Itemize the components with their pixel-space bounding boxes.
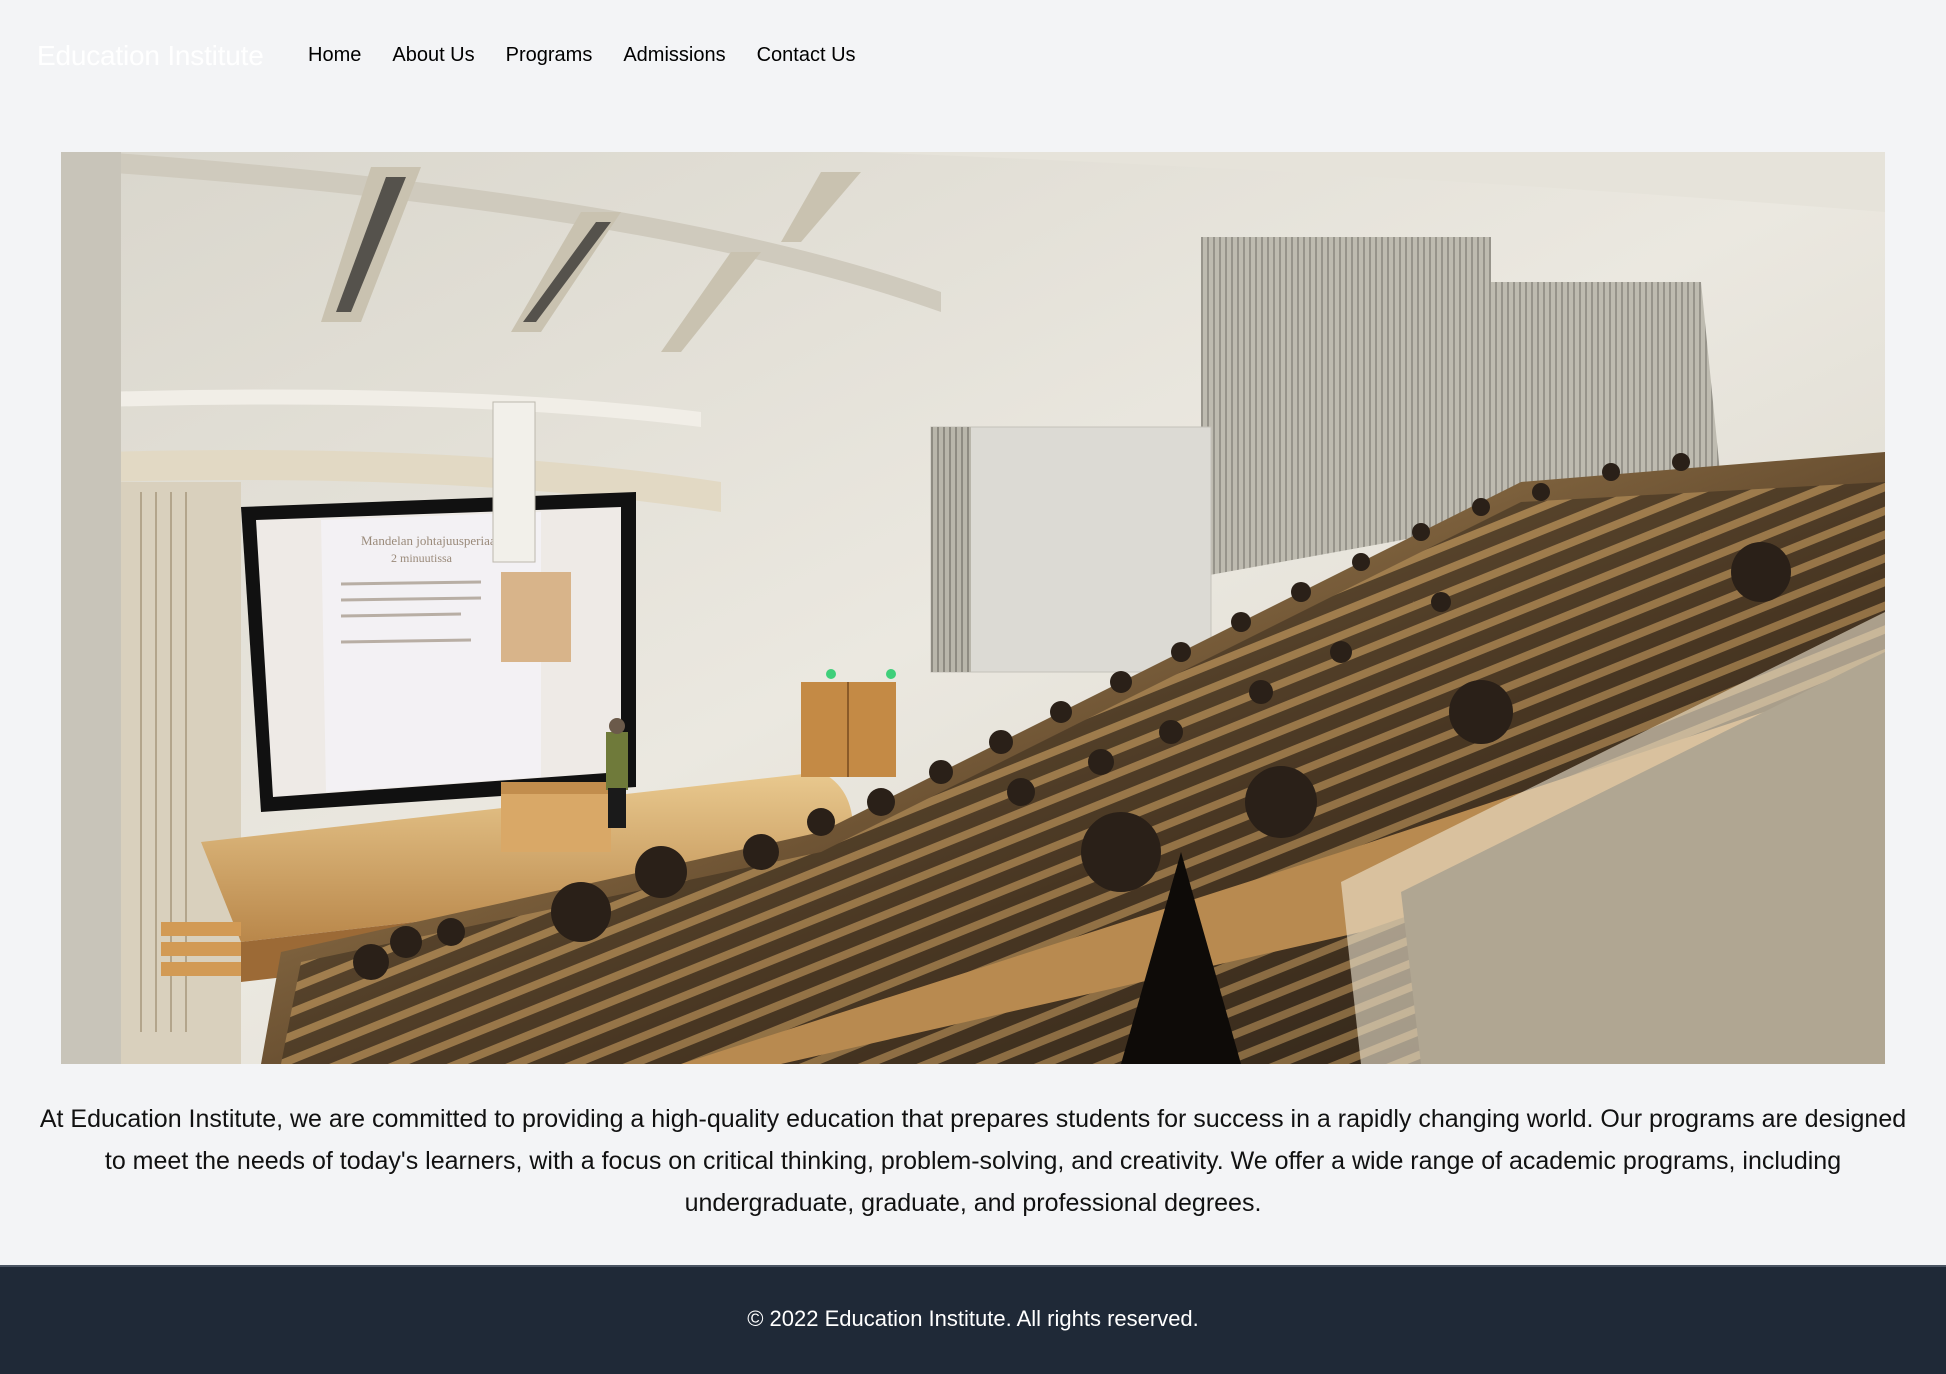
site-footer: © 2022 Education Institute. All rights r… xyxy=(0,1265,1946,1374)
intro-paragraph: At Education Institute, we are committed… xyxy=(39,1105,1907,1217)
nav-contact-us[interactable]: Contact Us xyxy=(757,43,856,67)
copyright-text: © 2022 Education Institute. All rights r… xyxy=(747,1305,1199,1331)
main-nav: Home About Us Programs Admissions Contac… xyxy=(308,43,856,67)
nav-home[interactable]: Home xyxy=(308,43,361,67)
hero-image: Mandelan johtajuusperiaatteet 2 minuutis… xyxy=(61,152,1885,1064)
site-logo[interactable]: Education Institute xyxy=(37,42,264,70)
nav-about-us[interactable]: About Us xyxy=(392,43,474,67)
nav-admissions[interactable]: Admissions xyxy=(623,43,725,67)
lecture-hall-photo: Mandelan johtajuusperiaatteet 2 minuutis… xyxy=(61,152,1885,1064)
nav-programs[interactable]: Programs xyxy=(506,43,593,67)
slide-subtitle: 2 minuutissa xyxy=(391,551,453,565)
site-header: Education Institute Home About Us Progra… xyxy=(0,0,1946,110)
